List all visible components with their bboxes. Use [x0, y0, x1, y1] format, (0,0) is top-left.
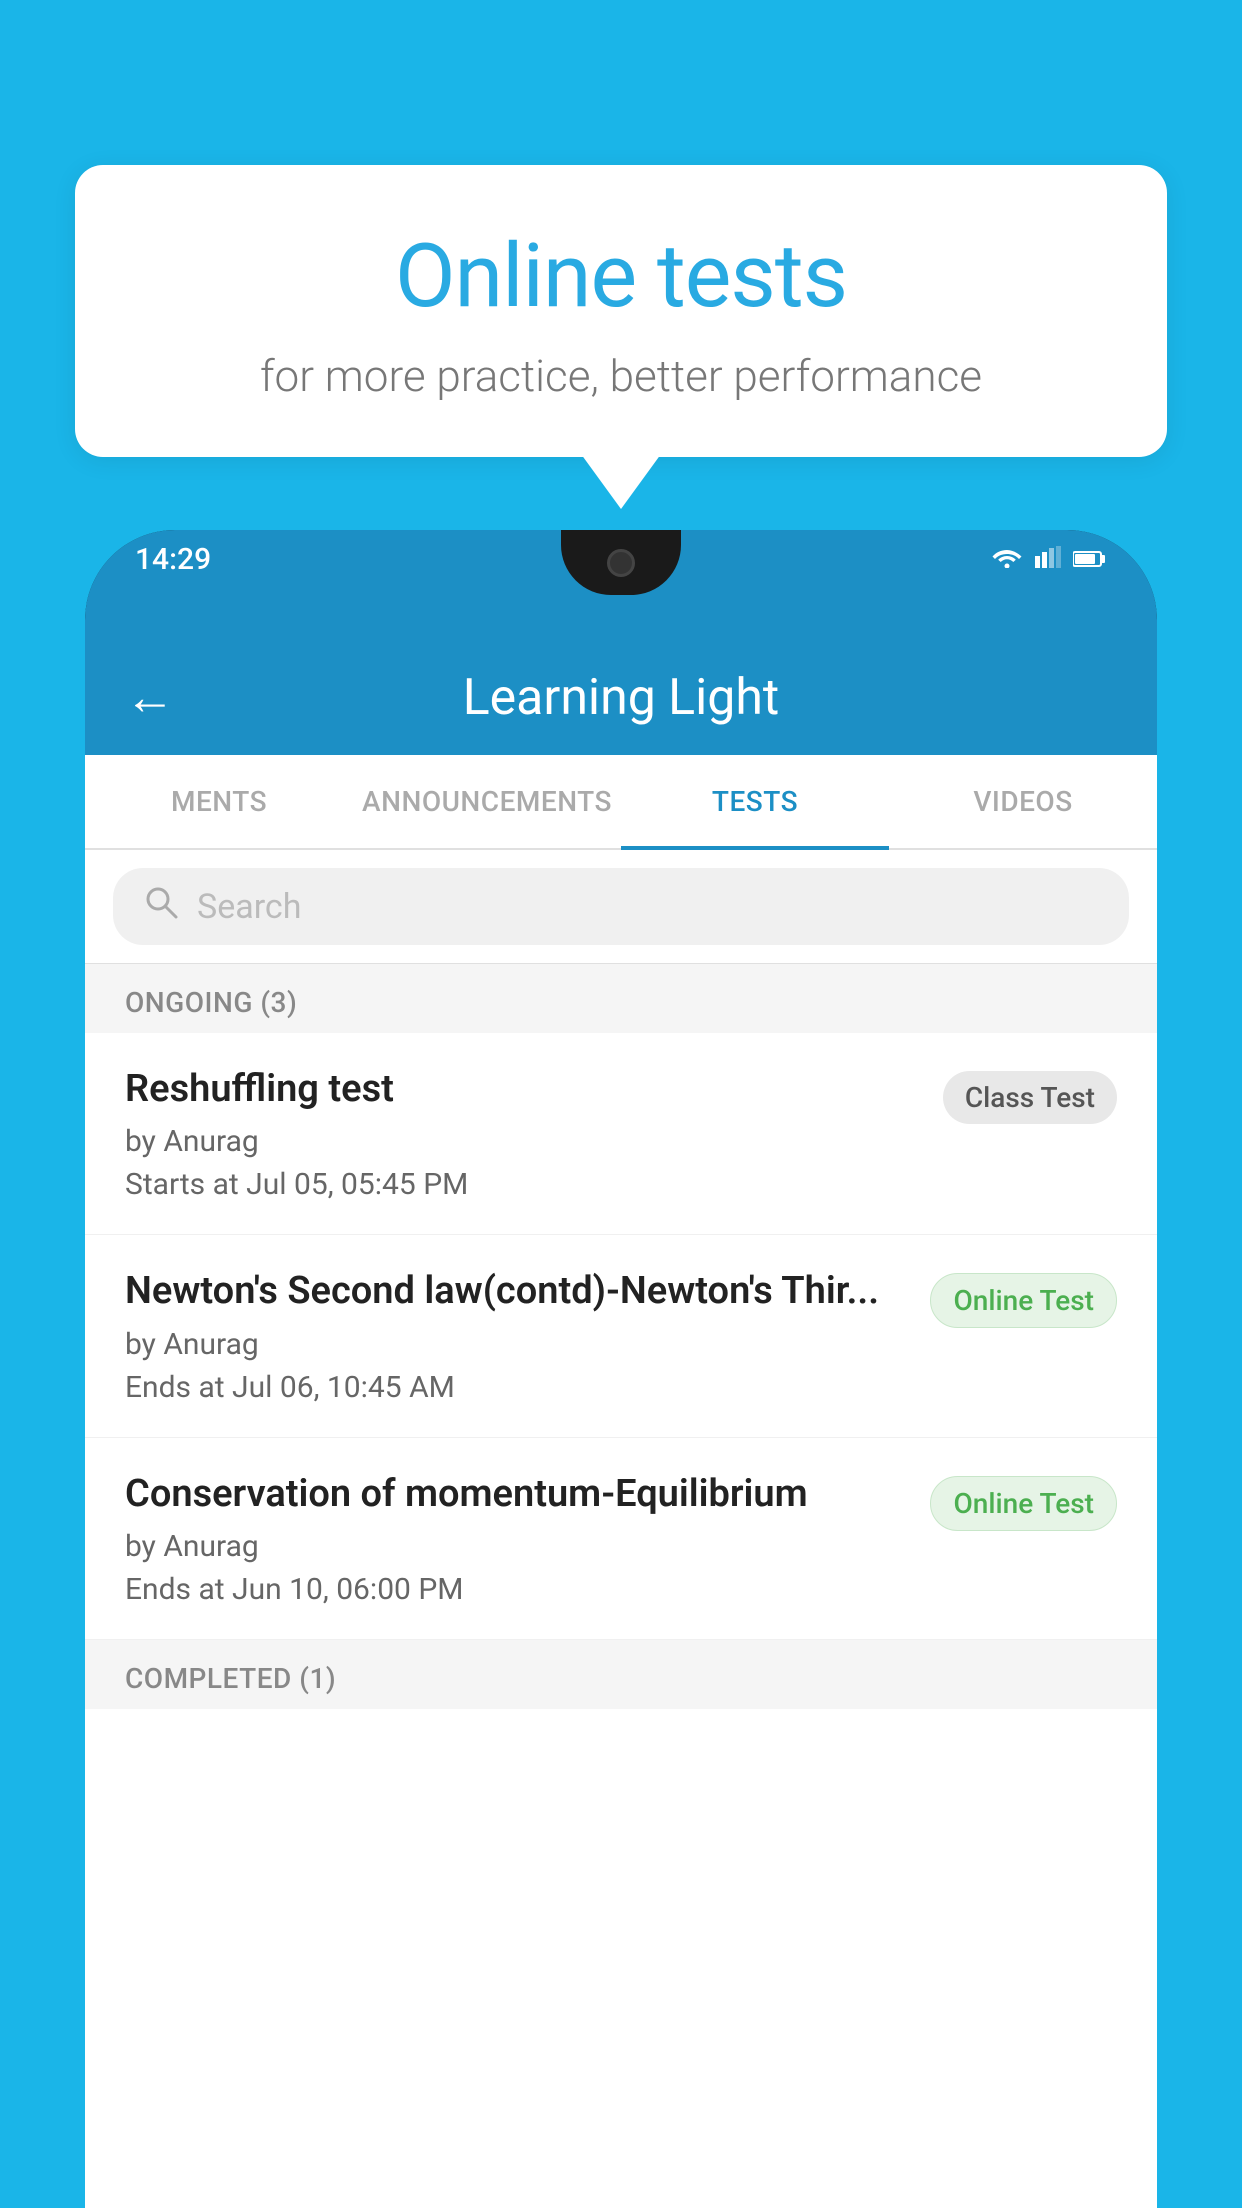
bubble-subtitle: for more practice, better performance	[155, 350, 1087, 402]
status-time: 14:29	[135, 542, 211, 577]
status-bar: 14:29	[135, 542, 1107, 577]
test-item-newton[interactable]: Newton's Second law(contd)-Newton's Thir…	[85, 1235, 1157, 1437]
test-list: Reshuffling test by Anurag Starts at Jul…	[85, 1033, 1157, 1640]
test-item-conservation[interactable]: Conservation of momentum-Equilibrium by …	[85, 1438, 1157, 1640]
ongoing-header: ONGOING (3)	[85, 964, 1157, 1033]
search-icon	[143, 884, 179, 929]
speech-bubble: Online tests for more practice, better p…	[75, 165, 1167, 457]
tab-announcements[interactable]: ANNOUNCEMENTS	[353, 755, 621, 848]
test-info-conservation: Conservation of momentum-Equilibrium by …	[125, 1470, 910, 1607]
test-author-newton: by Anurag	[125, 1327, 910, 1362]
search-container: Search	[85, 850, 1157, 964]
test-info-reshuffling: Reshuffling test by Anurag Starts at Jul…	[125, 1065, 923, 1202]
test-badge-newton: Online Test	[930, 1273, 1117, 1328]
bubble-title: Online tests	[155, 225, 1087, 328]
test-title-reshuffling: Reshuffling test	[125, 1065, 923, 1114]
back-button[interactable]: ←	[125, 673, 175, 723]
completed-header: COMPLETED (1)	[85, 1640, 1157, 1709]
phone-screen: MENTS ANNOUNCEMENTS TESTS VIDEOS	[85, 755, 1157, 2208]
tab-ments[interactable]: MENTS	[85, 755, 353, 848]
test-date-conservation: Ends at Jun 10, 06:00 PM	[125, 1572, 910, 1607]
test-title-newton: Newton's Second law(contd)-Newton's Thir…	[125, 1267, 910, 1316]
test-date-newton: Ends at Jul 06, 10:45 AM	[125, 1370, 910, 1405]
app-bar: ← Learning Light	[85, 640, 1157, 755]
test-author-reshuffling: by Anurag	[125, 1124, 923, 1159]
test-title-conservation: Conservation of momentum-Equilibrium	[125, 1470, 910, 1519]
test-item-reshuffling[interactable]: Reshuffling test by Anurag Starts at Jul…	[85, 1033, 1157, 1235]
tabs-bar: MENTS ANNOUNCEMENTS TESTS VIDEOS	[85, 755, 1157, 850]
tab-tests[interactable]: TESTS	[621, 755, 889, 848]
test-author-conservation: by Anurag	[125, 1529, 910, 1564]
test-badge-conservation: Online Test	[930, 1476, 1117, 1531]
search-input-wrap[interactable]: Search	[113, 868, 1129, 945]
battery-icon	[1073, 545, 1107, 575]
test-info-newton: Newton's Second law(contd)-Newton's Thir…	[125, 1267, 910, 1404]
wifi-icon	[991, 545, 1023, 575]
status-icons	[991, 545, 1107, 575]
test-badge-reshuffling: Class Test	[943, 1071, 1117, 1124]
tab-videos[interactable]: VIDEOS	[889, 755, 1157, 848]
test-date-reshuffling: Starts at Jul 05, 05:45 PM	[125, 1167, 923, 1202]
app-bar-title: Learning Light	[205, 669, 1037, 727]
search-placeholder: Search	[197, 887, 301, 927]
phone-notch-area: 14:29	[85, 530, 1157, 640]
phone-frame: 14:29	[85, 530, 1157, 2208]
signal-icon	[1035, 545, 1061, 575]
